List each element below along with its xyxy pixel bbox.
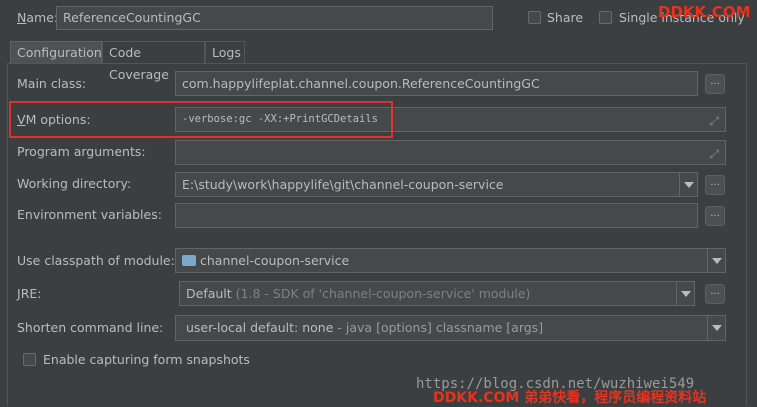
expand-icon[interactable]: ⤢ — [709, 143, 719, 164]
chevron-down-icon[interactable] — [679, 173, 697, 196]
name-label: Name: — [17, 10, 59, 25]
tab-configuration[interactable]: Configuration — [10, 41, 102, 64]
highlight-box — [9, 101, 393, 138]
jre-label: JRE: — [17, 286, 42, 301]
watermark-bottom: DDKK.COM 弟弟快看，程序员编程资料站 — [433, 390, 707, 406]
jre-browse-button[interactable]: ... — [705, 284, 725, 304]
shorten-command-hint: - java [options] classname [args] — [337, 320, 544, 335]
share-label: Share — [547, 10, 584, 25]
capture-snapshots-label: Enable capturing form snapshots — [43, 352, 250, 367]
main-class-input[interactable]: com.happylifeplat.channel.coupon.Referen… — [175, 71, 698, 96]
name-input[interactable]: ReferenceCountingGC — [56, 6, 493, 30]
module-folder-icon — [182, 255, 196, 266]
shorten-command-value: user-local default: none — [186, 320, 334, 335]
single-instance-checkbox[interactable] — [599, 11, 612, 24]
jre-hint: (1.8 - SDK of 'channel-coupon-service' m… — [235, 286, 531, 301]
environment-variables-label: Environment variables: — [17, 207, 162, 222]
share-checkbox[interactable] — [528, 11, 541, 24]
classpath-module-combo[interactable]: channel-coupon-service — [175, 248, 726, 273]
working-directory-browse-button[interactable]: ... — [705, 175, 725, 195]
environment-variables-input[interactable] — [175, 203, 698, 228]
program-arguments-label: Program arguments: — [17, 144, 146, 159]
working-directory-combo[interactable]: E:\study\work\happylife\git\channel-coup… — [175, 172, 698, 197]
main-class-browse-button[interactable]: ... — [705, 74, 725, 94]
jre-combo[interactable]: Default (1.8 - SDK of 'channel-coupon-se… — [179, 281, 695, 306]
program-arguments-input[interactable]: ⤢ — [175, 140, 726, 165]
main-class-label: Main class: — [17, 76, 87, 91]
chevron-down-icon[interactable] — [676, 282, 694, 305]
chevron-down-icon[interactable] — [707, 249, 725, 272]
chevron-down-icon[interactable] — [707, 316, 725, 340]
classpath-label: Use classpath of module: — [17, 253, 175, 268]
classpath-module-value: channel-coupon-service — [200, 253, 350, 268]
working-directory-value: E:\study\work\happylife\git\channel-coup… — [182, 177, 504, 192]
shorten-command-line-combo[interactable]: user-local default: none - java [options… — [175, 315, 726, 341]
tab-code-coverage[interactable]: Code Coverage — [102, 41, 205, 82]
jre-value: Default — [186, 286, 232, 301]
tab-logs[interactable]: Logs — [205, 41, 245, 64]
expand-icon[interactable]: ⤢ — [709, 110, 719, 131]
shorten-command-line-label: Shorten command line: — [17, 320, 164, 335]
watermark-top-right: DDKK.COM — [658, 3, 751, 21]
working-directory-label: Working directory: — [17, 176, 132, 191]
environment-variables-browse-button[interactable]: ... — [705, 206, 725, 226]
capture-snapshots-checkbox[interactable] — [23, 353, 36, 366]
